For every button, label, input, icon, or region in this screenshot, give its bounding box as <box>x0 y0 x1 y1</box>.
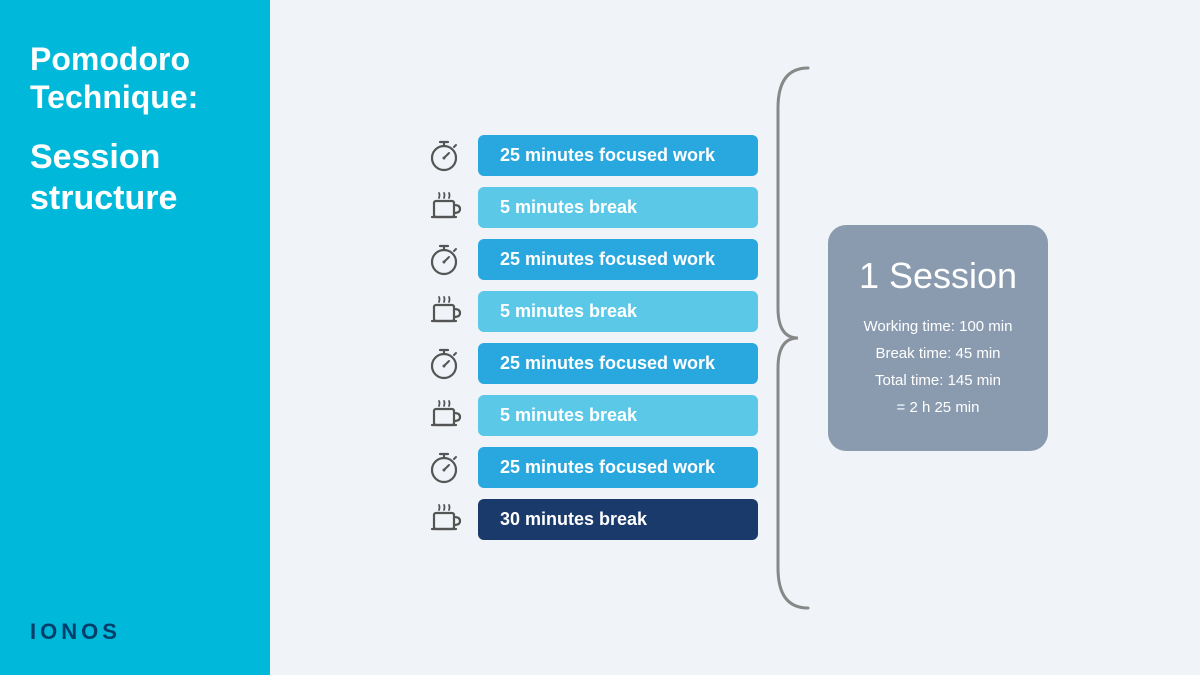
step-row-6: 25 minutes focused work <box>422 446 758 490</box>
timer-icon <box>422 342 466 386</box>
brace-connector <box>768 48 818 628</box>
session-details: Working time: 100 min Break time: 45 min… <box>856 313 1020 421</box>
step-badge-2: 25 minutes focused work <box>478 239 758 280</box>
sidebar: PomodoroTechnique: Sessionstructure IONO… <box>0 0 270 675</box>
step-badge-1: 5 minutes break <box>478 187 758 228</box>
timer-icon <box>422 134 466 178</box>
timer-icon <box>422 238 466 282</box>
step-badge-5: 5 minutes break <box>478 395 758 436</box>
step-badge-6: 25 minutes focused work <box>478 447 758 488</box>
step-row-3: 5 minutes break <box>422 290 758 334</box>
main-content: 25 minutes focused work 5 minutes break … <box>270 0 1200 675</box>
step-row-7: 30 minutes break <box>422 498 758 542</box>
steps-list: 25 minutes focused work 5 minutes break … <box>422 134 758 542</box>
step-row-4: 25 minutes focused work <box>422 342 758 386</box>
sidebar-subtitle: Sessionstructure <box>30 137 240 219</box>
sidebar-logo: IONOS <box>30 619 240 645</box>
coffee-icon <box>422 394 466 438</box>
coffee-icon <box>422 498 466 542</box>
coffee-icon <box>422 290 466 334</box>
step-row-5: 5 minutes break <box>422 394 758 438</box>
step-badge-4: 25 minutes focused work <box>478 343 758 384</box>
step-row-2: 25 minutes focused work <box>422 238 758 282</box>
step-row-0: 25 minutes focused work <box>422 134 758 178</box>
sidebar-title: PomodoroTechnique: <box>30 40 240 117</box>
coffee-icon <box>422 186 466 230</box>
session-info-box: 1 Session Working time: 100 min Break ti… <box>828 225 1048 451</box>
step-badge-7: 30 minutes break <box>478 499 758 540</box>
timer-icon <box>422 446 466 490</box>
step-row-1: 5 minutes break <box>422 186 758 230</box>
step-badge-3: 5 minutes break <box>478 291 758 332</box>
step-badge-0: 25 minutes focused work <box>478 135 758 176</box>
session-title: 1 Session <box>856 255 1020 297</box>
